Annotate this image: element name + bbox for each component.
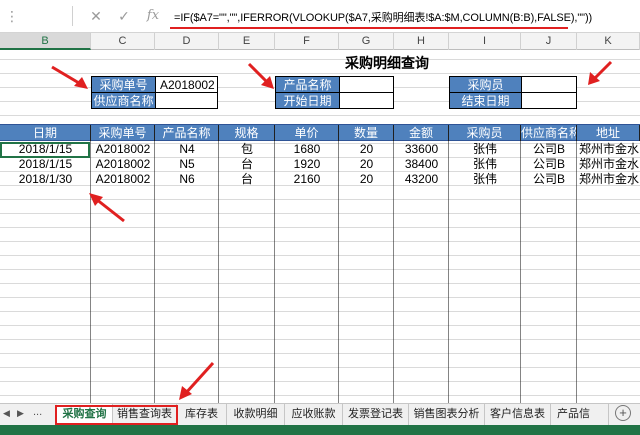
- cell-product-name[interactable]: N5: [155, 157, 219, 172]
- table-row[interactable]: 2018/1/30 A2018002 N6 台 2160 20 43200 张伟…: [0, 172, 640, 187]
- more-options-icon[interactable]: ⋮: [2, 6, 22, 26]
- sheet-title: 采购明细查询: [345, 55, 429, 71]
- header-amount: 金额: [394, 125, 449, 141]
- start-date-label: 开始日期: [275, 92, 340, 109]
- header-buyer: 采购员: [449, 125, 521, 141]
- buyer-label: 采购员: [449, 76, 522, 93]
- cell-address[interactable]: 郑州市金水区: [579, 172, 640, 187]
- column-header-e[interactable]: E: [219, 33, 275, 50]
- worksheet-grid[interactable]: 采购明细查询 采购单号 A2018002 供应商名称 产品名称 开始日期 采购员…: [0, 50, 640, 403]
- function-icon[interactable]: fx: [143, 6, 163, 26]
- end-date-label: 结束日期: [449, 92, 522, 109]
- prev-sheet-icon[interactable]: ◀: [3, 408, 10, 419]
- cell-buyer[interactable]: 张伟: [449, 157, 521, 172]
- more-sheets-icon[interactable]: ...: [33, 406, 42, 418]
- formula-annotation-underline: [170, 27, 568, 29]
- start-date-field[interactable]: [339, 92, 394, 109]
- cell-purchase-no[interactable]: A2018002: [91, 172, 155, 187]
- annotation-arrow-icon: [247, 62, 274, 89]
- cell-supplier[interactable]: 公司B: [521, 172, 577, 187]
- check-icon[interactable]: ✓: [114, 6, 134, 26]
- cell-purchase-no[interactable]: A2018002: [91, 142, 155, 157]
- table-row[interactable]: 2018/1/15 A2018002 N4 包 1680 20 33600 张伟…: [0, 142, 640, 157]
- product-name-field[interactable]: [339, 76, 394, 93]
- cell-buyer[interactable]: 张伟: [449, 142, 521, 157]
- status-bar: [0, 425, 640, 435]
- cell-unit-price[interactable]: 2160: [275, 172, 339, 187]
- annotation-arrow-icon: [588, 60, 613, 85]
- cell-amount[interactable]: 38400: [394, 157, 449, 172]
- table-row[interactable]: 2018/1/15 A2018002 N5 台 1920 20 38400 张伟…: [0, 157, 640, 172]
- column-header-j[interactable]: J: [521, 33, 577, 50]
- cell-product-name[interactable]: N4: [155, 142, 219, 157]
- column-header-b[interactable]: B: [0, 33, 91, 50]
- cell-spec[interactable]: 台: [219, 172, 275, 187]
- annotation-arrow-icon: [51, 65, 88, 89]
- cell-date[interactable]: 2018/1/15: [0, 157, 91, 172]
- cell-quantity[interactable]: 20: [339, 157, 394, 172]
- cell-amount[interactable]: 33600: [394, 142, 449, 157]
- cell-amount[interactable]: 43200: [394, 172, 449, 187]
- tab-products[interactable]: 产品信: [551, 404, 609, 425]
- column-header-f[interactable]: F: [275, 33, 339, 50]
- cell-spec[interactable]: 包: [219, 142, 275, 157]
- purchase-no-field[interactable]: A2018002: [155, 76, 218, 93]
- tab-sales-charts[interactable]: 销售图表分析: [409, 404, 485, 425]
- header-unit-price: 单价: [275, 125, 339, 141]
- tabs-annotation-box: [55, 405, 178, 425]
- tab-customers[interactable]: 客户信息表: [485, 404, 551, 425]
- column-header-i[interactable]: I: [449, 33, 521, 50]
- tab-invoices[interactable]: 发票登记表: [343, 404, 409, 425]
- header-quantity: 数量: [339, 125, 394, 141]
- supplier-field[interactable]: [155, 92, 218, 109]
- next-sheet-icon[interactable]: ▶: [17, 408, 24, 419]
- formula-bar: ⋮ ✕ ✓ fx =IF($A7="","",IFERROR(VLOOKUP($…: [0, 0, 640, 33]
- cell-unit-price[interactable]: 1920: [275, 157, 339, 172]
- tab-inventory[interactable]: 库存表: [177, 404, 227, 425]
- header-address: 地址: [577, 125, 640, 141]
- purchase-no-label: 采购单号: [91, 76, 156, 93]
- add-sheet-icon[interactable]: +: [615, 405, 631, 421]
- cell-spec[interactable]: 台: [219, 157, 275, 172]
- cell-quantity[interactable]: 20: [339, 172, 394, 187]
- header-product-name: 产品名称: [155, 125, 219, 141]
- buyer-field[interactable]: [521, 76, 577, 93]
- cell-supplier[interactable]: 公司B: [521, 157, 577, 172]
- supplier-label: 供应商名称: [91, 92, 156, 109]
- header-date: 日期: [0, 125, 91, 141]
- cell-buyer[interactable]: 张伟: [449, 172, 521, 187]
- header-purchase-no: 采购单号: [91, 125, 155, 141]
- tab-receipts[interactable]: 收款明细: [227, 404, 285, 425]
- column-header-h[interactable]: H: [394, 33, 449, 50]
- column-header-row: B C D E F G H I J K: [0, 33, 640, 50]
- end-date-field[interactable]: [521, 92, 577, 109]
- annotation-arrow-icon: [89, 193, 125, 223]
- column-header-k[interactable]: K: [577, 33, 640, 50]
- results-table-header: 日期 采购单号 产品名称 规格 单价 数量 金额 采购员 供应商名称 地址: [0, 124, 640, 141]
- header-supplier: 供应商名称: [521, 125, 577, 141]
- annotation-arrow-icon: [179, 361, 215, 400]
- formula-input[interactable]: =IF($A7="","",IFERROR(VLOOKUP($A7,采购明细表!…: [174, 9, 592, 25]
- active-cell-cursor: [0, 142, 90, 158]
- cell-quantity[interactable]: 20: [339, 142, 394, 157]
- cell-address[interactable]: 郑州市金水区: [579, 142, 640, 157]
- column-header-g[interactable]: G: [339, 33, 394, 50]
- formula-bar-separator: [72, 6, 73, 26]
- product-name-label: 产品名称: [275, 76, 340, 93]
- cell-purchase-no[interactable]: A2018002: [91, 157, 155, 172]
- tab-receivables[interactable]: 应收账款: [285, 404, 343, 425]
- cell-date[interactable]: 2018/1/30: [0, 172, 91, 187]
- header-spec: 规格: [219, 125, 275, 141]
- cell-supplier[interactable]: 公司B: [521, 142, 577, 157]
- cell-address[interactable]: 郑州市金水区: [579, 157, 640, 172]
- cell-unit-price[interactable]: 1680: [275, 142, 339, 157]
- close-icon[interactable]: ✕: [86, 6, 106, 26]
- cell-product-name[interactable]: N6: [155, 172, 219, 187]
- column-header-d[interactable]: D: [155, 33, 219, 50]
- column-header-c[interactable]: C: [91, 33, 155, 50]
